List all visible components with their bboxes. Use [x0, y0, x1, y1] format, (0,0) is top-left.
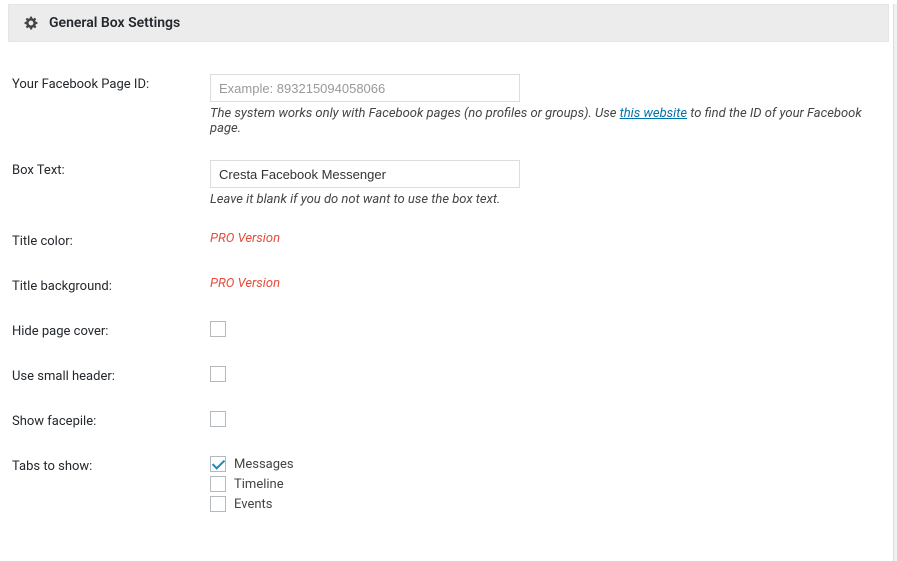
- row-facebook-page-id: Your Facebook Page ID: The system works …: [0, 62, 897, 148]
- label-facebook-page-id: Your Facebook Page ID:: [0, 62, 200, 148]
- tab-option-messages: Messages: [210, 456, 887, 472]
- tab-messages-label: Messages: [234, 457, 294, 472]
- title-color-pro-badge: PRO Version: [210, 231, 280, 246]
- tab-timeline-label: Timeline: [234, 477, 284, 492]
- tab-option-events: Events: [210, 496, 887, 512]
- panel-title: General Box Settings: [49, 15, 180, 31]
- facebook-page-id-input[interactable]: [210, 74, 520, 102]
- settings-form: Your Facebook Page ID: The system works …: [0, 62, 897, 528]
- row-title-background: Title background: PRO Version: [0, 264, 897, 309]
- this-website-link[interactable]: this website: [620, 106, 687, 121]
- tab-events-label: Events: [234, 497, 272, 512]
- label-box-text: Box Text:: [0, 148, 200, 219]
- tab-option-timeline: Timeline: [210, 476, 887, 492]
- row-show-facepile: Show facepile:: [0, 399, 897, 444]
- box-text-input[interactable]: [210, 160, 520, 188]
- facebook-page-id-description: The system works only with Facebook page…: [210, 106, 887, 136]
- label-title-background: Title background:: [0, 264, 200, 309]
- label-title-color: Title color:: [0, 219, 200, 264]
- row-tabs-to-show: Tabs to show: Messages Timeline Events: [0, 444, 897, 528]
- label-use-small-header: Use small header:: [0, 354, 200, 399]
- tab-events-checkbox[interactable]: [210, 496, 226, 512]
- gear-icon: [23, 15, 39, 31]
- box-text-description: Leave it blank if you do not want to use…: [210, 192, 887, 207]
- tab-messages-checkbox[interactable]: [210, 456, 226, 472]
- hide-page-cover-checkbox[interactable]: [210, 321, 226, 337]
- row-use-small-header: Use small header:: [0, 354, 897, 399]
- row-box-text: Box Text: Leave it blank if you do not w…: [0, 148, 897, 219]
- row-hide-page-cover: Hide page cover:: [0, 309, 897, 354]
- label-show-facepile: Show facepile:: [0, 399, 200, 444]
- right-divider: [893, 4, 897, 561]
- label-hide-page-cover: Hide page cover:: [0, 309, 200, 354]
- panel-header: General Box Settings: [8, 4, 889, 42]
- tab-timeline-checkbox[interactable]: [210, 476, 226, 492]
- row-title-color: Title color: PRO Version: [0, 219, 897, 264]
- label-tabs-to-show: Tabs to show:: [0, 444, 200, 528]
- title-background-pro-badge: PRO Version: [210, 276, 280, 291]
- use-small-header-checkbox[interactable]: [210, 366, 226, 382]
- show-facepile-checkbox[interactable]: [210, 411, 226, 427]
